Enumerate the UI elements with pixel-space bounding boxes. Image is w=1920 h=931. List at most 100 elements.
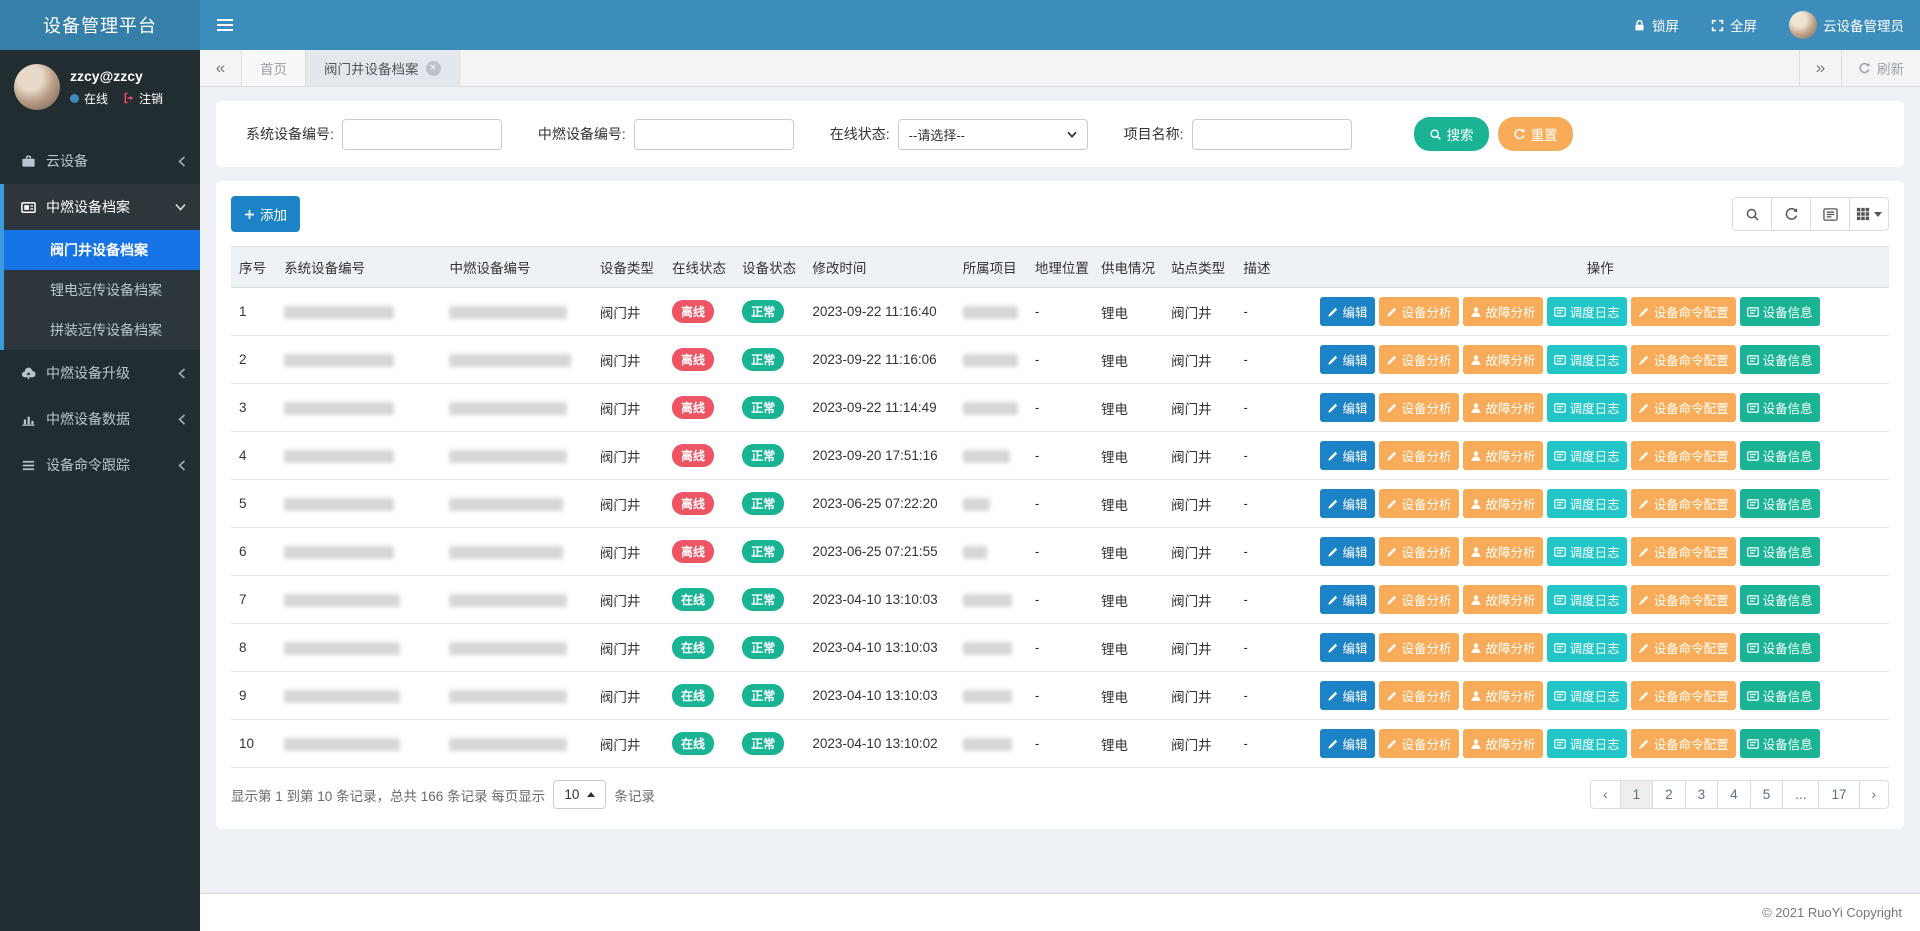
device-analysis-button[interactable]: 设备分析 bbox=[1379, 345, 1459, 374]
device-command-config-button[interactable]: 设备命令配置 bbox=[1631, 681, 1736, 710]
fault-analysis-button[interactable]: 故障分析 bbox=[1463, 729, 1543, 758]
user-menu-button[interactable]: 云设备管理员 bbox=[1773, 0, 1920, 50]
device-info-button[interactable]: 设备信息 bbox=[1740, 681, 1820, 710]
device-command-config-button[interactable]: 设备命令配置 bbox=[1631, 393, 1736, 422]
edit-button[interactable]: 编辑 bbox=[1320, 633, 1375, 662]
device-info-button[interactable]: 设备信息 bbox=[1740, 489, 1820, 518]
device-command-config-button[interactable]: 设备命令配置 bbox=[1631, 633, 1736, 662]
device-analysis-button[interactable]: 设备分析 bbox=[1379, 585, 1459, 614]
device-info-button[interactable]: 设备信息 bbox=[1740, 729, 1820, 758]
edit-button[interactable]: 编辑 bbox=[1320, 393, 1375, 422]
dispatch-log-button[interactable]: 调度日志 bbox=[1547, 681, 1627, 710]
edit-button[interactable]: 编辑 bbox=[1320, 681, 1375, 710]
device-info-button[interactable]: 设备信息 bbox=[1740, 633, 1820, 662]
edit-button[interactable]: 编辑 bbox=[1320, 297, 1375, 326]
pagination-page-3[interactable]: 3 bbox=[1685, 780, 1719, 809]
zr-device-no-field[interactable] bbox=[634, 119, 794, 150]
sidebar-subitem-阀门井设备档案[interactable]: 阀门井设备档案 bbox=[4, 230, 200, 270]
device-command-config-button[interactable]: 设备命令配置 bbox=[1631, 537, 1736, 566]
fault-analysis-button[interactable]: 故障分析 bbox=[1463, 585, 1543, 614]
device-analysis-button[interactable]: 设备分析 bbox=[1379, 729, 1459, 758]
dispatch-log-button[interactable]: 调度日志 bbox=[1547, 297, 1627, 326]
device-command-config-button[interactable]: 设备命令配置 bbox=[1631, 297, 1736, 326]
pagination-page-1[interactable]: 1 bbox=[1620, 780, 1654, 809]
add-button[interactable]: 添加 bbox=[231, 196, 300, 232]
dispatch-log-button[interactable]: 调度日志 bbox=[1547, 585, 1627, 614]
edit-button[interactable]: 编辑 bbox=[1320, 441, 1375, 470]
dispatch-log-button[interactable]: 调度日志 bbox=[1547, 489, 1627, 518]
fault-analysis-button[interactable]: 故障分析 bbox=[1463, 297, 1543, 326]
device-analysis-button[interactable]: 设备分析 bbox=[1379, 537, 1459, 566]
device-command-config-button[interactable]: 设备命令配置 bbox=[1631, 345, 1736, 374]
fault-analysis-button[interactable]: 故障分析 bbox=[1463, 489, 1543, 518]
edit-button[interactable]: 编辑 bbox=[1320, 345, 1375, 374]
device-command-config-button[interactable]: 设备命令配置 bbox=[1631, 585, 1736, 614]
edit-button[interactable]: 编辑 bbox=[1320, 537, 1375, 566]
device-analysis-button[interactable]: 设备分析 bbox=[1379, 441, 1459, 470]
device-info-button[interactable]: 设备信息 bbox=[1740, 345, 1820, 374]
dispatch-log-button[interactable]: 调度日志 bbox=[1547, 393, 1627, 422]
device-info-button[interactable]: 设备信息 bbox=[1740, 393, 1820, 422]
dispatch-log-button[interactable]: 调度日志 bbox=[1547, 537, 1627, 566]
logout-button[interactable]: 注销 bbox=[123, 90, 163, 107]
sidebar-subitem-拼装远传设备档案[interactable]: 拼装远传设备档案 bbox=[4, 310, 200, 350]
dispatch-log-button[interactable]: 调度日志 bbox=[1547, 633, 1627, 662]
fullscreen-button[interactable]: 全屏 bbox=[1695, 0, 1773, 50]
pagination-prev-button[interactable]: ‹ bbox=[1590, 780, 1621, 809]
device-analysis-button[interactable]: 设备分析 bbox=[1379, 633, 1459, 662]
edit-button[interactable]: 编辑 bbox=[1320, 489, 1375, 518]
search-button[interactable]: 搜索 bbox=[1414, 117, 1489, 151]
table-search-button[interactable] bbox=[1732, 197, 1772, 231]
online-status-select[interactable]: --请选择-- bbox=[898, 119, 1088, 150]
device-analysis-button[interactable]: 设备分析 bbox=[1379, 393, 1459, 422]
system-device-no-field[interactable] bbox=[342, 119, 502, 150]
pagination-page-4[interactable]: 4 bbox=[1717, 780, 1751, 809]
device-info-button[interactable]: 设备信息 bbox=[1740, 297, 1820, 326]
sidebar-item-设备命令跟踪[interactable]: 设备命令跟踪 bbox=[4, 442, 200, 488]
tab-refresh-button[interactable]: 刷新 bbox=[1841, 50, 1920, 86]
reset-button[interactable]: 重置 bbox=[1498, 117, 1573, 151]
device-analysis-button[interactable]: 设备分析 bbox=[1379, 489, 1459, 518]
sidebar-subitem-锂电远传设备档案[interactable]: 锂电远传设备档案 bbox=[4, 270, 200, 310]
table-columns-button[interactable] bbox=[1849, 197, 1889, 231]
device-command-config-button[interactable]: 设备命令配置 bbox=[1631, 729, 1736, 758]
page-size-dropdown[interactable]: 10 bbox=[553, 780, 606, 809]
table-detail-view-button[interactable] bbox=[1810, 197, 1850, 231]
sidebar-item-中燃设备数据[interactable]: 中燃设备数据 bbox=[4, 396, 200, 442]
fault-analysis-button[interactable]: 故障分析 bbox=[1463, 537, 1543, 566]
tabs-scroll-left-button[interactable]: « bbox=[200, 50, 242, 86]
dispatch-log-button[interactable]: 调度日志 bbox=[1547, 345, 1627, 374]
dispatch-log-button[interactable]: 调度日志 bbox=[1547, 729, 1627, 758]
device-analysis-button[interactable]: 设备分析 bbox=[1379, 297, 1459, 326]
fault-analysis-button[interactable]: 故障分析 bbox=[1463, 345, 1543, 374]
tab-首页[interactable]: 首页 bbox=[242, 50, 306, 86]
table-refresh-button[interactable] bbox=[1771, 197, 1811, 231]
edit-button[interactable]: 编辑 bbox=[1320, 729, 1375, 758]
tab-close-icon[interactable]: × bbox=[426, 61, 441, 76]
lock-screen-button[interactable]: 锁屏 bbox=[1617, 0, 1695, 50]
device-analysis-button[interactable]: 设备分析 bbox=[1379, 681, 1459, 710]
listalt-icon bbox=[1747, 402, 1759, 414]
device-command-config-button[interactable]: 设备命令配置 bbox=[1631, 489, 1736, 518]
device-info-button[interactable]: 设备信息 bbox=[1740, 585, 1820, 614]
fault-analysis-button[interactable]: 故障分析 bbox=[1463, 633, 1543, 662]
pagination-next-button[interactable]: › bbox=[1859, 780, 1890, 809]
project-name-field[interactable] bbox=[1192, 119, 1352, 150]
pagination-page-2[interactable]: 2 bbox=[1652, 780, 1686, 809]
device-info-button[interactable]: 设备信息 bbox=[1740, 441, 1820, 470]
device-command-config-button[interactable]: 设备命令配置 bbox=[1631, 441, 1736, 470]
tabs-scroll-right-button[interactable]: » bbox=[1799, 50, 1841, 86]
edit-button[interactable]: 编辑 bbox=[1320, 585, 1375, 614]
device-info-button[interactable]: 设备信息 bbox=[1740, 537, 1820, 566]
tab-阀门井设备档案[interactable]: 阀门井设备档案× bbox=[306, 50, 460, 86]
sidebar-item-中燃设备升级[interactable]: 中燃设备升级 bbox=[4, 350, 200, 396]
dispatch-log-button[interactable]: 调度日志 bbox=[1547, 441, 1627, 470]
sidebar-item-中燃设备档案[interactable]: 中燃设备档案 bbox=[4, 184, 200, 230]
sidebar-toggle-button[interactable] bbox=[200, 0, 250, 50]
pagination-page-5[interactable]: 5 bbox=[1750, 780, 1784, 809]
fault-analysis-button[interactable]: 故障分析 bbox=[1463, 681, 1543, 710]
sidebar-item-云设备[interactable]: 云设备 bbox=[4, 138, 200, 184]
fault-analysis-button[interactable]: 故障分析 bbox=[1463, 441, 1543, 470]
fault-analysis-button[interactable]: 故障分析 bbox=[1463, 393, 1543, 422]
pagination-page-17[interactable]: 17 bbox=[1818, 780, 1859, 809]
